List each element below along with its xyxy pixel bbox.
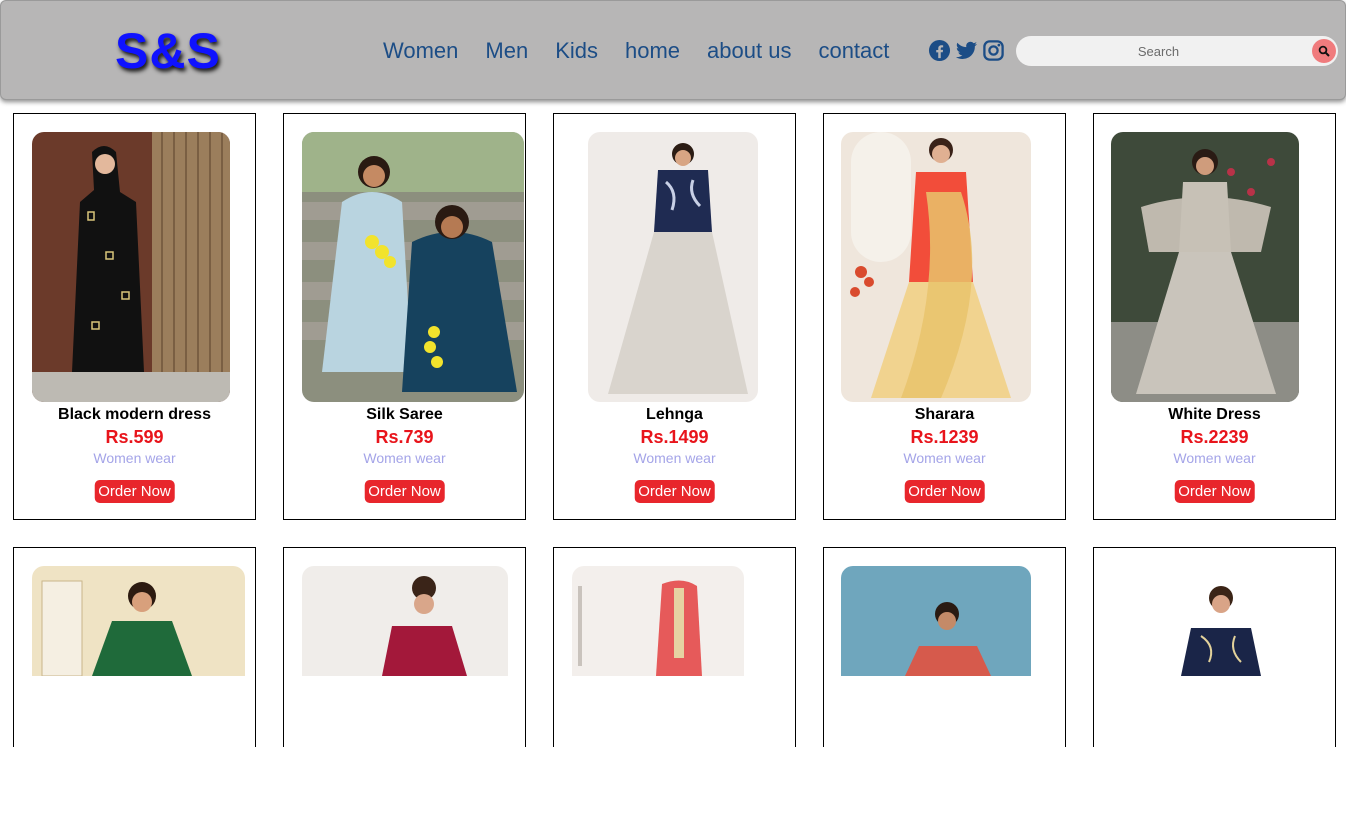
product-card: Black modern dress Rs.599 Women wear Ord… <box>13 113 256 520</box>
product-price: Rs.1499 <box>640 427 709 447</box>
product-card <box>553 547 796 747</box>
nav-kids[interactable]: Kids <box>555 37 598 65</box>
product-image[interactable] <box>841 132 1031 402</box>
nav-about-us[interactable]: about us <box>707 37 791 65</box>
search-button[interactable] <box>1312 39 1336 63</box>
search-bar <box>1016 36 1338 66</box>
product-image[interactable] <box>302 132 524 402</box>
navbar: S&S Women Men Kids home about us contact <box>0 0 1346 100</box>
product-image[interactable] <box>32 566 245 836</box>
product-card <box>13 547 256 747</box>
product-title: Silk Saree <box>366 406 443 423</box>
product-card <box>823 547 1066 747</box>
order-now-button[interactable]: Order Now <box>94 480 175 503</box>
product-card <box>1093 547 1336 747</box>
product-category: Women wear <box>633 450 716 466</box>
product-price: Rs.1239 <box>910 427 979 447</box>
product-image[interactable] <box>588 132 758 402</box>
product-category: Women wear <box>363 450 446 466</box>
nav-contact[interactable]: contact <box>818 37 889 65</box>
product-title: White Dress <box>1168 406 1261 423</box>
product-category: Women wear <box>903 450 986 466</box>
order-now-button[interactable]: Order Now <box>364 480 445 503</box>
product-card <box>283 547 526 747</box>
search-icon <box>1318 45 1330 57</box>
product-image[interactable] <box>841 566 1031 836</box>
product-title: Lehnga <box>646 406 703 423</box>
product-category: Women wear <box>1173 450 1256 466</box>
product-image[interactable] <box>302 566 508 836</box>
product-card: White Dress Rs.2239 Women wear Order Now <box>1093 113 1336 520</box>
order-now-button[interactable]: Order Now <box>904 480 985 503</box>
product-card: Silk Saree Rs.739 Women wear Order Now <box>283 113 526 520</box>
product-card: Lehnga Rs.1499 Women wear Order Now <box>553 113 796 520</box>
product-image[interactable] <box>572 566 744 836</box>
product-image[interactable] <box>1131 566 1301 836</box>
social-links <box>928 39 1005 62</box>
site-logo[interactable]: S&S <box>115 21 221 81</box>
product-price: Rs.2239 <box>1180 427 1249 447</box>
product-card: Sharara Rs.1239 Women wear Order Now <box>823 113 1066 520</box>
order-now-button[interactable]: Order Now <box>634 480 715 503</box>
nav-men[interactable]: Men <box>485 37 528 65</box>
search-input[interactable] <box>1016 36 1301 66</box>
product-image[interactable] <box>32 132 230 402</box>
order-now-button[interactable]: Order Now <box>1174 480 1255 503</box>
product-title: Black modern dress <box>58 406 211 423</box>
product-title: Sharara <box>914 406 975 423</box>
nav-women[interactable]: Women <box>383 37 458 65</box>
facebook-icon[interactable] <box>928 39 951 62</box>
nav-links: Women Men Kids home about us contact <box>383 37 916 65</box>
product-price: Rs.599 <box>105 427 164 447</box>
twitter-icon[interactable] <box>955 39 978 62</box>
instagram-icon[interactable] <box>982 39 1005 62</box>
product-category: Women wear <box>93 450 176 466</box>
nav-home[interactable]: home <box>625 37 680 65</box>
product-image[interactable] <box>1111 132 1299 402</box>
product-price: Rs.739 <box>375 427 434 447</box>
